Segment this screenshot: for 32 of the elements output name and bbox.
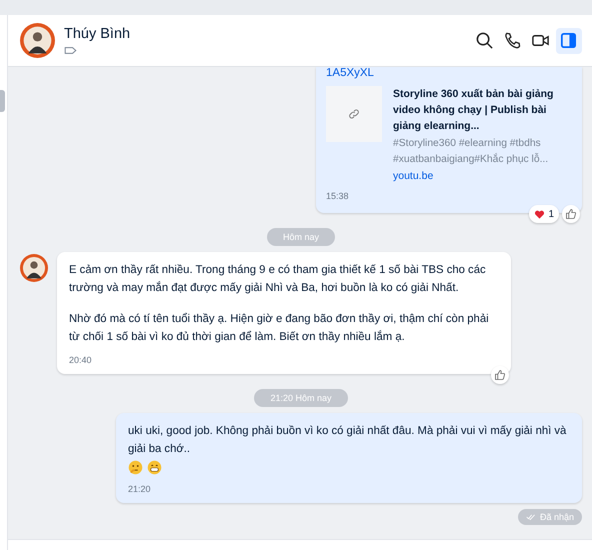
- message-time: 21:20: [128, 484, 152, 494]
- thumbs-up-icon: [494, 369, 506, 381]
- message-text: Nhờ đó mà có tí tên tuổi thầy ạ. Hiện giờ e đang bão đơn thầy ơi, thậm chí còn phải từ chối 1 số bài vì ko đủ thời gian để làm. Biết ơn thầy nhiều lắm ạ.: [69, 313, 489, 343]
- message-text: E cảm ơn thầy rất nhiều. Trong tháng 9 e có tham gia thiết kế 1 số bài TBS cho các trường và may mắn đạt được mấy giải Nhì và Ba, hơi buồn là ko có giải Nhất.: [69, 264, 486, 294]
- message-time: 15:38: [326, 191, 350, 201]
- message-time: 20:40: [69, 355, 93, 365]
- phone-icon: [503, 31, 522, 50]
- grinning-emoji-icon: [147, 460, 162, 475]
- thumbs-up-icon: [565, 208, 577, 220]
- link-title[interactable]: Storyline 360 xuất bản bài giảng video không chạy | Publish bài giảng elearning...: [393, 86, 572, 134]
- contact-name: Thúy Bình: [64, 26, 130, 42]
- reaction-count[interactable]: 1: [529, 205, 559, 223]
- link-text[interactable]: 1A5XyXL: [326, 67, 572, 79]
- side-panel-button[interactable]: [556, 28, 582, 54]
- link-description: #Storyline360 #elearning #tbdhs #xuatbanbaigiang#Khắc phục lỗ...: [393, 137, 550, 167]
- double-check-icon: [526, 513, 536, 521]
- tag-icon[interactable]: [64, 46, 77, 55]
- link-domain[interactable]: youtu.be: [393, 170, 572, 182]
- message-text: uki uki, good job. Không phải buồn vì ko có giải nhất đâu. Mà phải vui vì mấy giải nhì và giải ba chớ..: [128, 425, 566, 455]
- search-icon: [475, 31, 494, 50]
- like-button[interactable]: [491, 366, 509, 384]
- side-panel-icon: [559, 31, 578, 50]
- heart-icon: [534, 208, 546, 220]
- like-button[interactable]: [562, 205, 580, 223]
- date-divider: 21:20 Hôm nay: [254, 389, 348, 407]
- link-icon: [348, 108, 360, 120]
- scrollbar-thumb[interactable]: [0, 90, 5, 112]
- thinking-emoji-icon: [128, 460, 143, 475]
- avatar: [20, 254, 48, 282]
- date-divider: Hôm nay: [266, 228, 335, 246]
- avatar: [20, 23, 55, 58]
- delivery-status: Đã nhận: [518, 509, 582, 525]
